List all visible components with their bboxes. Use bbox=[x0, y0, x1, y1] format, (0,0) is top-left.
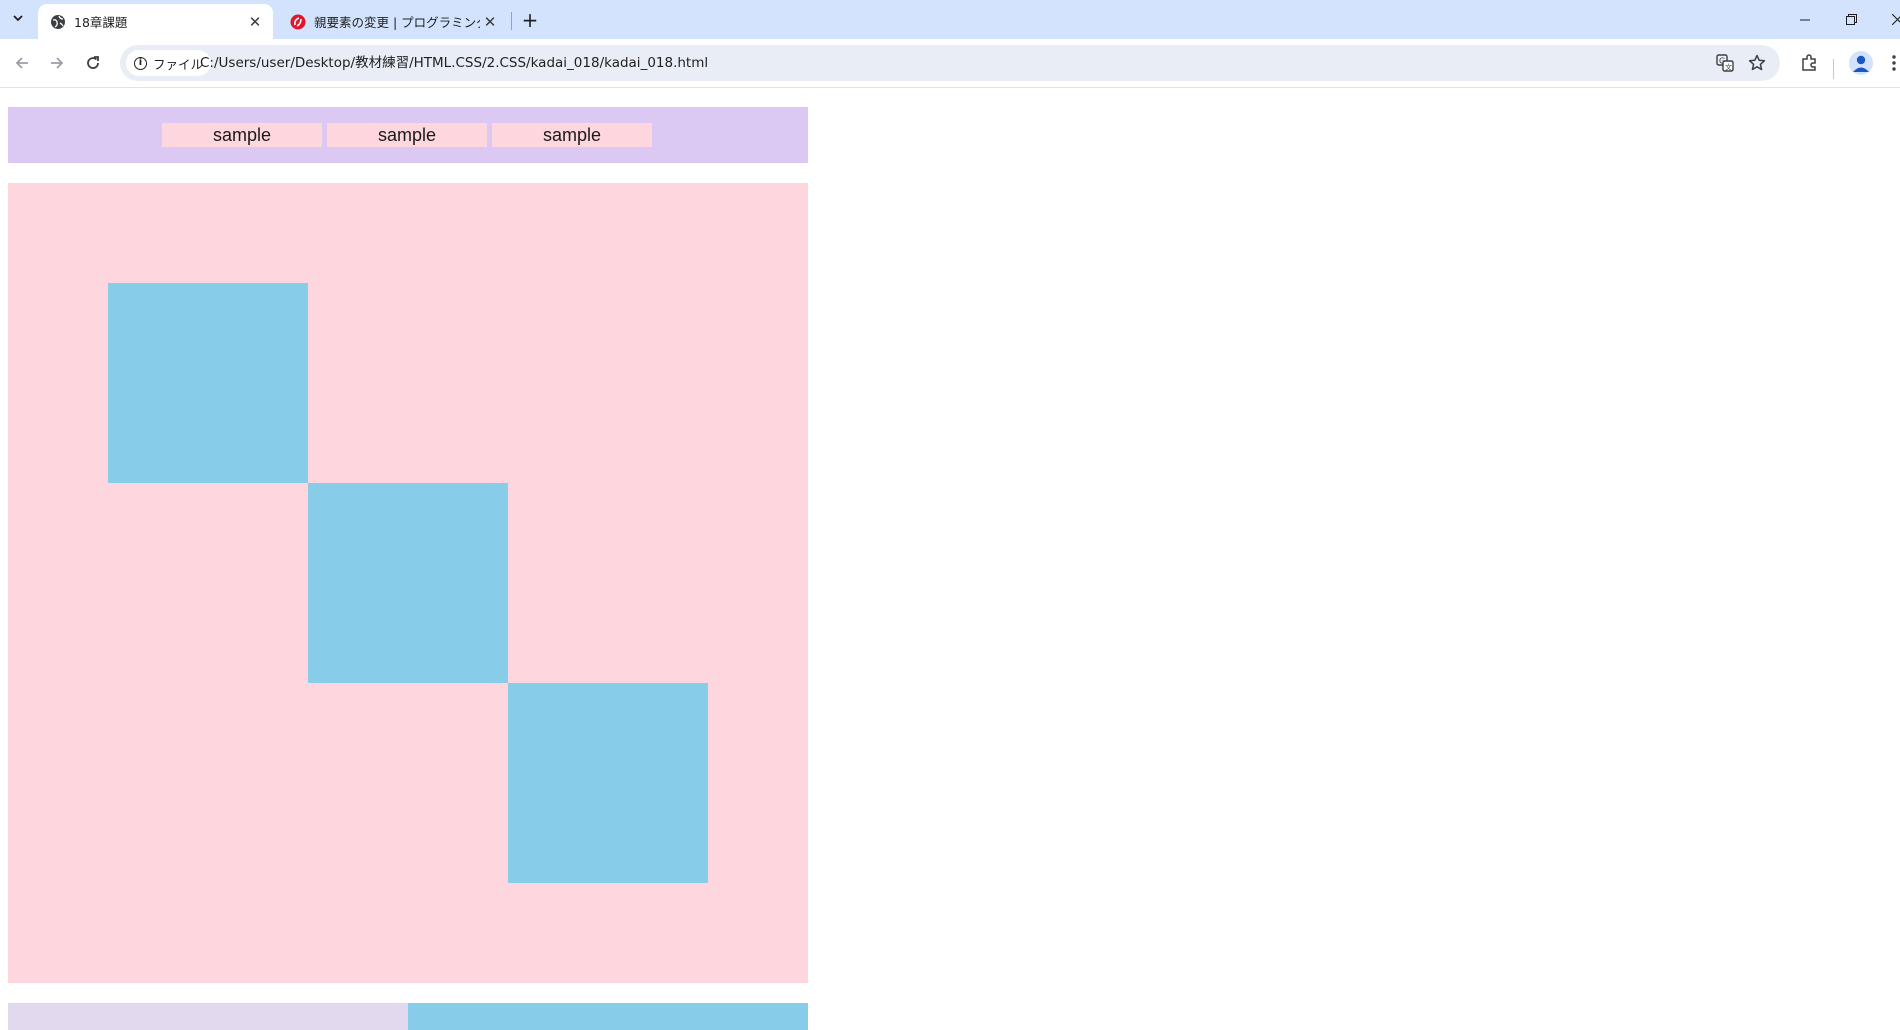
reload-icon[interactable] bbox=[79, 49, 107, 77]
site-info-label: ファイル bbox=[153, 56, 204, 72]
minimize-icon[interactable] bbox=[1782, 0, 1828, 39]
nav-item: sample bbox=[492, 123, 652, 147]
bookmark-star-icon[interactable] bbox=[1744, 50, 1770, 76]
nav-item: sample bbox=[162, 123, 322, 147]
blue-square-3 bbox=[508, 683, 708, 883]
tab-active[interactable]: 18章課題 ✕ bbox=[38, 4, 273, 39]
url-text[interactable]: C:/Users/user/Desktop/教材練習/HTML.CSS/2.CS… bbox=[200, 45, 708, 81]
globe-icon bbox=[50, 14, 66, 30]
bottom-block-right bbox=[408, 1003, 808, 1030]
forward-icon[interactable] bbox=[43, 49, 71, 77]
translate-icon[interactable]: G文 bbox=[1712, 50, 1738, 76]
page-viewport: sample sample sample bbox=[0, 88, 1900, 1030]
restore-icon[interactable] bbox=[1828, 0, 1874, 39]
nav-item: sample bbox=[327, 123, 487, 147]
chevron-down-icon bbox=[12, 12, 24, 28]
site-info-chip[interactable]: i ファイル bbox=[126, 50, 212, 76]
back-icon[interactable] bbox=[8, 49, 36, 77]
blue-square-2 bbox=[308, 483, 508, 683]
tab-inactive[interactable]: 親要素の変更 | プログラミング学習 ✕ bbox=[278, 4, 508, 39]
address-bar[interactable]: i ファイル C:/Users/user/Desktop/教材練習/HTML.C… bbox=[120, 45, 1780, 81]
bottom-block-left bbox=[8, 1003, 408, 1030]
blue-square-1 bbox=[108, 283, 308, 483]
main-container bbox=[8, 183, 808, 983]
info-icon: i bbox=[134, 56, 147, 70]
svg-text:文: 文 bbox=[1725, 63, 1732, 72]
tab-separator bbox=[511, 12, 512, 30]
header-bar: sample sample sample bbox=[8, 107, 808, 163]
tab-title: 親要素の変更 | プログラミング学習 bbox=[314, 15, 480, 30]
menu-kebab-icon[interactable] bbox=[1880, 49, 1900, 77]
profile-avatar-icon[interactable] bbox=[1849, 51, 1873, 75]
samurai-logo-icon bbox=[290, 14, 306, 30]
close-tab-icon[interactable]: ✕ bbox=[245, 12, 265, 32]
close-tab-icon[interactable]: ✕ bbox=[480, 12, 500, 32]
toolbar-separator bbox=[1833, 59, 1834, 79]
new-tab-icon[interactable]: + bbox=[518, 8, 542, 32]
browser-toolbar: i ファイル C:/Users/user/Desktop/教材練習/HTML.C… bbox=[0, 39, 1900, 88]
tab-search-button[interactable] bbox=[6, 8, 30, 32]
close-window-icon[interactable] bbox=[1874, 0, 1900, 39]
tab-strip: 18章課題 ✕ 親要素の変更 | プログラミング学習 ✕ + bbox=[0, 0, 1900, 39]
extensions-icon[interactable] bbox=[1795, 49, 1823, 77]
tab-title: 18章課題 bbox=[74, 15, 128, 30]
